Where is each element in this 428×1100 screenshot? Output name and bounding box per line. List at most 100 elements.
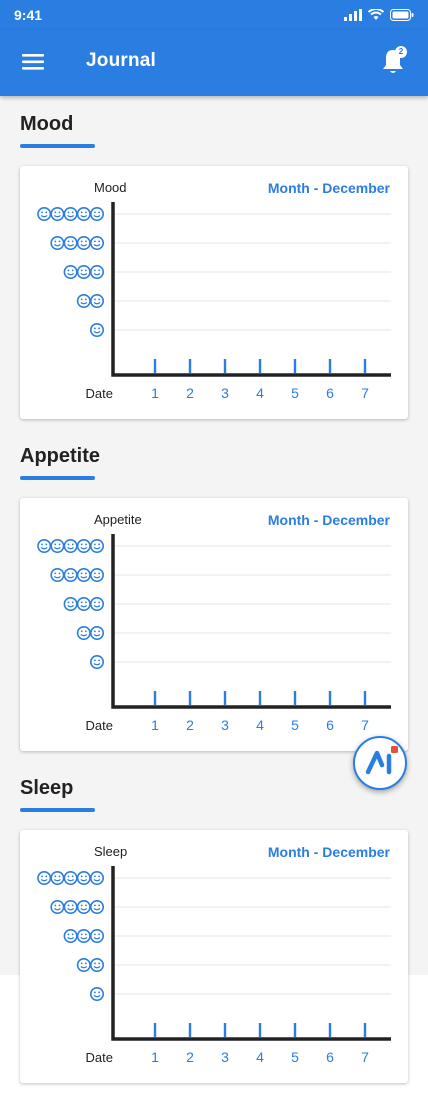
smiley-icon (37, 870, 52, 885)
date-tick-label: 5 (291, 385, 299, 401)
date-tick-label: 1 (151, 717, 159, 733)
date-tick-label: 4 (256, 717, 264, 733)
date-tick-label: 7 (361, 717, 369, 733)
app-bar: Journal 2 (0, 30, 428, 96)
level-row-1 (90, 323, 105, 338)
battery-icon (390, 9, 414, 21)
level-row-4 (50, 236, 105, 251)
smiley-icon (63, 265, 78, 280)
level-row-3 (63, 597, 105, 612)
status-bar: 9:41 (0, 0, 428, 30)
smiley-icon (63, 206, 78, 221)
sleep-chart-card: Date 1 2 3 4 5 6 7 Sleep Month - December (20, 830, 408, 1083)
notification-badge: 2 (395, 46, 407, 58)
smiley-icon (90, 655, 105, 670)
smiley-icon (50, 236, 65, 251)
chart-label: Mood (94, 180, 127, 195)
date-tick-label: 1 (151, 1049, 159, 1065)
smiley-icon (90, 870, 105, 885)
smiley-icon (90, 538, 105, 553)
appetite-chart-card: Date 1 2 3 4 5 6 7 Appetite Month - December (20, 498, 408, 751)
appetite-chart: Date 1 2 3 4 5 6 7 (37, 534, 391, 733)
section-title-appetite: Appetite (20, 445, 100, 467)
date-tick-label: 5 (291, 1049, 299, 1065)
month-selector[interactable]: Month - December (268, 180, 390, 196)
mood-chart-card: Date 1 2 3 4 5 6 7 Mood Month - December (20, 166, 408, 419)
smiley-icon (50, 900, 65, 915)
date-tick-label: 4 (256, 385, 264, 401)
smiley-icon (76, 538, 91, 553)
smiley-icon (76, 236, 91, 251)
smiley-icon (63, 870, 78, 885)
date-tick-label: 3 (221, 717, 229, 733)
x-axis-label: Date (86, 386, 113, 401)
status-icons (344, 9, 414, 21)
smiley-icon (76, 568, 91, 583)
smiley-icon (37, 538, 52, 553)
chart-label: Appetite (94, 512, 142, 527)
menu-button[interactable] (22, 51, 46, 73)
month-selector[interactable]: Month - December (268, 844, 390, 860)
smiley-icon (76, 294, 91, 309)
smiley-icon (50, 870, 65, 885)
smiley-icon (50, 206, 65, 221)
smiley-icon (63, 538, 78, 553)
level-row-4 (50, 900, 105, 915)
level-row-5 (37, 206, 105, 221)
smiley-icon (76, 958, 91, 973)
smiley-icon (90, 900, 105, 915)
level-row-1 (90, 987, 105, 1002)
smiley-icon (90, 265, 105, 280)
level-row-5 (37, 870, 105, 885)
date-tick-label: 4 (256, 1049, 264, 1065)
assistant-fab-button[interactable] (353, 736, 407, 790)
level-row-1 (90, 655, 105, 670)
smiley-icon (90, 929, 105, 944)
smiley-icon (76, 870, 91, 885)
level-row-3 (63, 929, 105, 944)
date-tick-label: 2 (186, 1049, 194, 1065)
smiley-icon (90, 568, 105, 583)
smiley-icon (63, 597, 78, 612)
app-title: Journal (86, 50, 157, 71)
mood-chart: Date 1 2 3 4 5 6 7 (37, 202, 391, 401)
sleep-chart: Date 1 2 3 4 5 6 7 (37, 866, 391, 1065)
hamburger-menu-icon (22, 54, 44, 70)
smiley-icon (37, 206, 52, 221)
smiley-icon (76, 900, 91, 915)
section-underline (20, 808, 95, 812)
section-title-mood: Mood (20, 113, 74, 135)
date-tick-label: 7 (361, 385, 369, 401)
date-tick-label: 5 (291, 717, 299, 733)
level-row-2 (76, 958, 105, 973)
smiley-icon (90, 236, 105, 251)
smiley-icon (76, 206, 91, 221)
level-row-3 (63, 265, 105, 280)
date-tick-label: 3 (221, 385, 229, 401)
smiley-icon (50, 538, 65, 553)
smiley-icon (63, 929, 78, 944)
smiley-icon (90, 206, 105, 221)
date-tick-label: 6 (326, 717, 334, 733)
signal-icon (344, 9, 362, 21)
smiley-icon (76, 597, 91, 612)
level-row-5 (37, 538, 105, 553)
chart-label: Sleep (94, 844, 128, 859)
smiley-icon (76, 929, 91, 944)
smiley-icon (63, 900, 78, 915)
section-underline (20, 476, 95, 480)
smiley-icon (76, 265, 91, 280)
smiley-icon (50, 568, 65, 583)
smiley-icon (63, 236, 78, 251)
level-row-2 (76, 294, 105, 309)
section-title-sleep: Sleep (20, 777, 74, 799)
smiley-icon (63, 568, 78, 583)
status-time: 9:41 (14, 7, 43, 23)
date-tick-label: 3 (221, 1049, 229, 1065)
section-underline (20, 144, 95, 148)
wifi-icon (368, 9, 384, 20)
date-tick-label: 2 (186, 385, 194, 401)
smiley-icon (76, 626, 91, 641)
month-selector[interactable]: Month - December (268, 512, 390, 528)
notifications-button[interactable]: 2 (380, 46, 410, 78)
